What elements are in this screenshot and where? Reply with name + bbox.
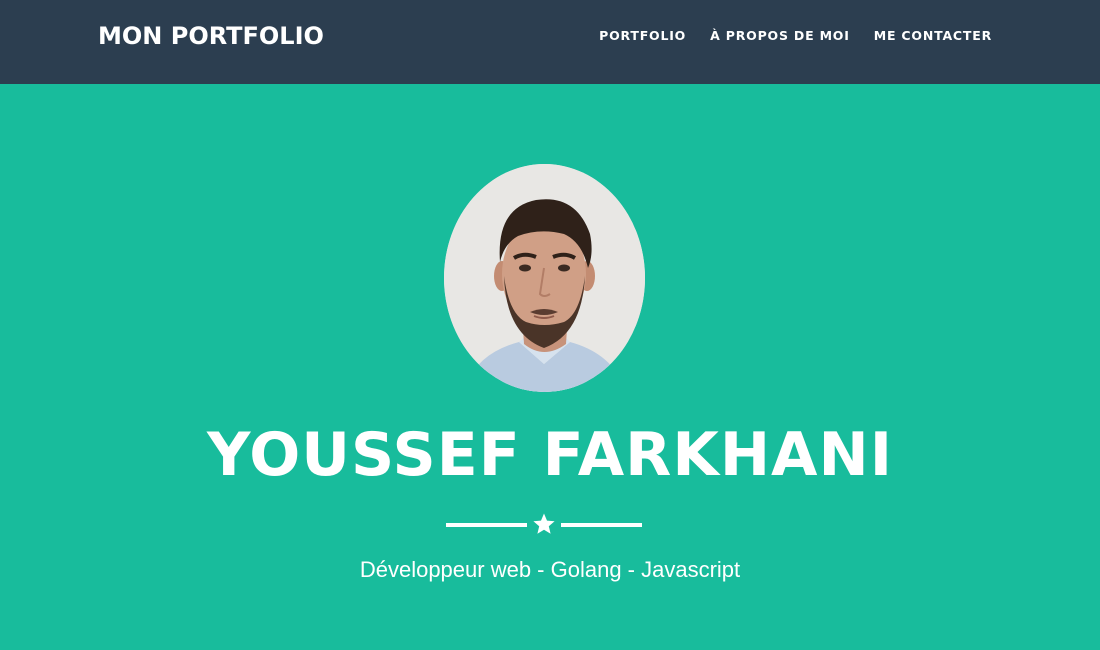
star-icon [533, 513, 555, 534]
nav-links: PORTFOLIO À PROPOS DE MOI ME CONTACTER [599, 28, 992, 43]
avatar [444, 164, 645, 392]
brand-link[interactable]: MON PORTFOLIO [98, 22, 324, 50]
nav-link-contact[interactable]: ME CONTACTER [874, 28, 992, 43]
nav-link-portfolio[interactable]: PORTFOLIO [599, 28, 686, 43]
navbar: MON PORTFOLIO PORTFOLIO À PROPOS DE MOI … [0, 0, 1100, 84]
nav-link-about[interactable]: À PROPOS DE MOI [710, 28, 850, 43]
divider-line-left [446, 523, 527, 527]
divider-line-right [561, 523, 642, 527]
star-divider [446, 510, 642, 540]
hero-name: YOUSSEF FARKHANI [206, 420, 894, 490]
hero-tagline: Développeur web - Golang - Javascript [359, 557, 741, 582]
